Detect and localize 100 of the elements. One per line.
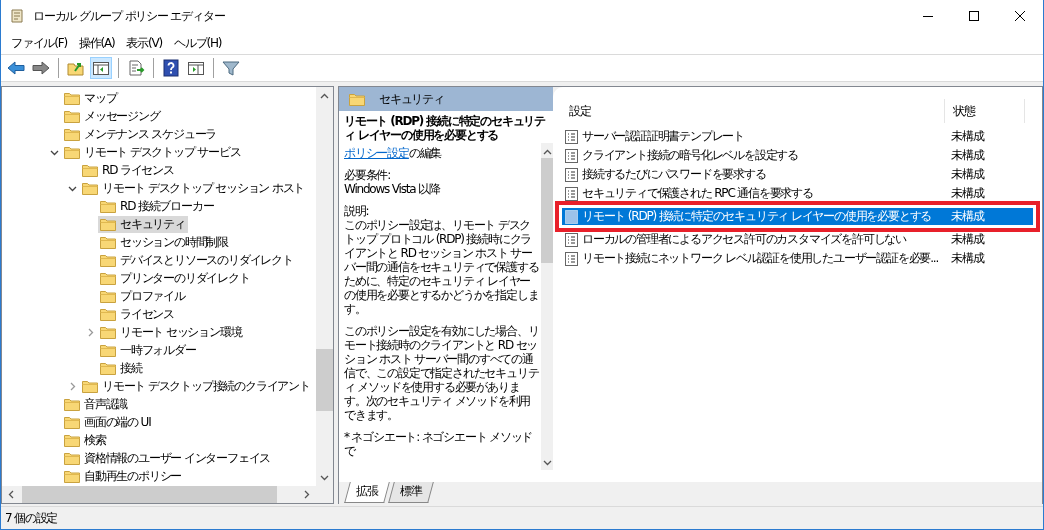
policy-row[interactable]: クライアント接続の暗号化レベルを設定する 未構成 xyxy=(561,146,1034,165)
policy-icon xyxy=(565,232,578,247)
policy-icon xyxy=(565,148,578,163)
explanation-text: このポリシー設定を有効にした場合、リモート接続時のクライアントと RD セッション ホスト サーバー間のすべての通信で、この設定で指定されたセキュリティ メソッドを使用する必要があります。次のセキュリティ メソッドを利用できます。 xyxy=(344,324,539,422)
folder-icon xyxy=(82,163,98,177)
scroll-down-icon[interactable] xyxy=(320,475,329,481)
policy-name: ローカルの管理者によるアクセス許可のカスタマイズを許可しない xyxy=(582,231,906,248)
policy-row[interactable]: ローカルの管理者によるアクセス許可のカスタマイズを許可しない 未構成 xyxy=(561,230,1034,249)
folder-icon xyxy=(82,379,98,393)
folder-icon xyxy=(100,361,116,375)
menu-item[interactable]: 表示(V) xyxy=(120,34,169,52)
policy-name: サーバー認証証明書テンプレート xyxy=(582,128,744,145)
column-header[interactable]: 設定 xyxy=(561,99,945,123)
folder-icon xyxy=(64,469,80,483)
app-icon xyxy=(9,8,25,24)
maximize-icon[interactable] xyxy=(968,10,980,22)
policy-name: セキュリティで保護された RPC 通信を要求する xyxy=(582,185,813,202)
explanation-text: * ネゴシエート: ネゴシエート メソッドで xyxy=(344,430,534,458)
scroll-up-icon[interactable] xyxy=(542,149,552,155)
window-title: ローカル グループ ポリシー エディター xyxy=(33,7,225,25)
policy-settings-link[interactable]: ポリシー設定 xyxy=(344,146,409,160)
tree-item[interactable]: 画面の端の UI xyxy=(62,413,154,431)
close-icon[interactable] xyxy=(1014,10,1026,22)
folder-icon xyxy=(100,343,116,357)
menu-item[interactable]: ファイル(F) xyxy=(5,34,73,52)
policy-row[interactable]: 接続するたびにパスワードを要求する 未構成 xyxy=(561,165,1034,184)
scroll-up-icon[interactable] xyxy=(320,93,329,99)
policy-row[interactable]: リモート接続にネットワーク レベル認証を使用したユーザー認証を必要... 未構成 xyxy=(561,249,1034,268)
explanation-text: このポリシー設定は、リモート デスクトップ プロトコル (RDP) 接続時にクライアントと RD セッション ホスト サーバー間の通信をセキュリティで保護するために、特定のセキュリティ レイヤーの使用を必要とするかどうかを指定します。 xyxy=(344,218,539,316)
folder-icon xyxy=(64,145,80,159)
edit-policy-text: ポリシー設定の編集 xyxy=(344,146,443,160)
policy-name: リモート (RDP) 接続に特定のセキュリティ レイヤーの使用を必要とする xyxy=(582,208,932,225)
tree-item[interactable]: 検索 xyxy=(62,431,109,449)
scroll-right-icon[interactable] xyxy=(304,490,310,499)
tree-item[interactable]: リモート セッション環境 xyxy=(98,323,245,341)
tree-item[interactable]: 音声認識 xyxy=(62,395,131,413)
folder-icon xyxy=(64,415,80,429)
policy-title: リモート (RDP) 接続に特定のセキュリティ レイヤーの使用を必要とする xyxy=(343,113,547,143)
tree-item[interactable]: マップ xyxy=(62,89,120,107)
vertical-scrollbar[interactable] xyxy=(541,143,553,470)
tree-item[interactable]: 資格情報のユーザー インターフェイス xyxy=(62,449,274,467)
policy-name: 接続するたびにパスワードを要求する xyxy=(582,166,766,183)
tree-item[interactable]: メンテナンス スケジューラ xyxy=(62,125,220,143)
policy-name: クライアント接続の暗号化レベルを設定する xyxy=(582,147,798,164)
folder-icon xyxy=(64,91,80,105)
requirements-text: Windows Vista 以降 xyxy=(344,182,442,196)
tree-item[interactable]: セキュリティ xyxy=(98,215,188,233)
folder-icon xyxy=(100,325,116,339)
tree-item[interactable]: プロファイル xyxy=(98,287,188,305)
tree-item[interactable]: デバイスとリソースのリダイレクト xyxy=(98,251,296,269)
menu-item[interactable]: 操作(A) xyxy=(72,34,121,52)
folder-icon xyxy=(100,199,116,213)
policy-icon xyxy=(565,186,578,201)
tree-item[interactable]: プリンターのリダイレクト xyxy=(98,269,253,287)
tree-item[interactable]: メッセージング xyxy=(62,107,163,125)
folder-icon xyxy=(64,109,80,123)
folder-icon xyxy=(100,235,116,249)
scroll-left-icon[interactable] xyxy=(8,490,14,499)
horizontal-scrollbar[interactable] xyxy=(2,486,316,503)
folder-icon xyxy=(64,433,80,447)
policy-icon xyxy=(565,209,578,224)
menu-item[interactable]: ヘルプ(H) xyxy=(168,34,228,52)
status-text: 7 個の設定 xyxy=(5,509,58,527)
tree-item[interactable]: リモート デスクトップ接続のクライアント xyxy=(80,377,313,395)
scroll-down-icon[interactable] xyxy=(542,460,552,466)
tree-item[interactable]: 自動再生のポリシー xyxy=(62,467,185,485)
policy-icon xyxy=(565,251,578,266)
policy-state: 未構成 xyxy=(950,147,985,164)
folder-icon xyxy=(100,289,116,303)
scroll-thumb[interactable] xyxy=(316,349,333,411)
folder-icon xyxy=(64,451,80,465)
policy-icon xyxy=(565,167,578,182)
tree-item[interactable]: リモート デスクトップ サービス xyxy=(62,143,244,161)
tree-item[interactable]: RD ライセンス xyxy=(80,161,177,179)
folder-icon xyxy=(64,127,80,141)
policy-state: 未構成 xyxy=(950,185,985,202)
tree-item[interactable]: 一時フォルダー xyxy=(98,341,199,359)
folder-icon xyxy=(100,217,116,231)
policy-state: 未構成 xyxy=(950,128,985,145)
vertical-scrollbar[interactable] xyxy=(316,87,333,486)
tree-item[interactable]: RD 接続ブローカー xyxy=(98,197,217,215)
tree-item[interactable]: 接続 xyxy=(98,359,145,377)
view-tab[interactable]: 拡張 xyxy=(344,482,390,503)
policy-row[interactable]: サーバー認証証明書テンプレート 未構成 xyxy=(561,127,1034,146)
explanation-label: 説明: xyxy=(344,204,370,218)
requirements-label: 必要条件: xyxy=(344,168,392,182)
view-tab[interactable]: 標準 xyxy=(387,482,434,503)
tree-item[interactable]: リモート デスクトップ セッション ホスト xyxy=(80,179,308,197)
policy-name: リモート接続にネットワーク レベル認証を使用したユーザー認証を必要... xyxy=(582,250,939,267)
folder-icon xyxy=(100,253,116,267)
policy-state: 未構成 xyxy=(950,166,985,183)
scroll-thumb[interactable] xyxy=(22,486,277,503)
column-header[interactable]: 状態 xyxy=(945,99,1025,123)
policy-row[interactable]: セキュリティで保護された RPC 通信を要求する 未構成 xyxy=(561,184,1034,203)
tree-item[interactable]: セッションの時間制限 xyxy=(98,233,231,251)
folder-icon xyxy=(64,397,80,411)
policy-icon xyxy=(565,129,578,144)
tree-item[interactable]: ライセンス xyxy=(98,305,177,323)
folder-icon xyxy=(349,92,365,106)
folder-icon xyxy=(100,307,116,321)
